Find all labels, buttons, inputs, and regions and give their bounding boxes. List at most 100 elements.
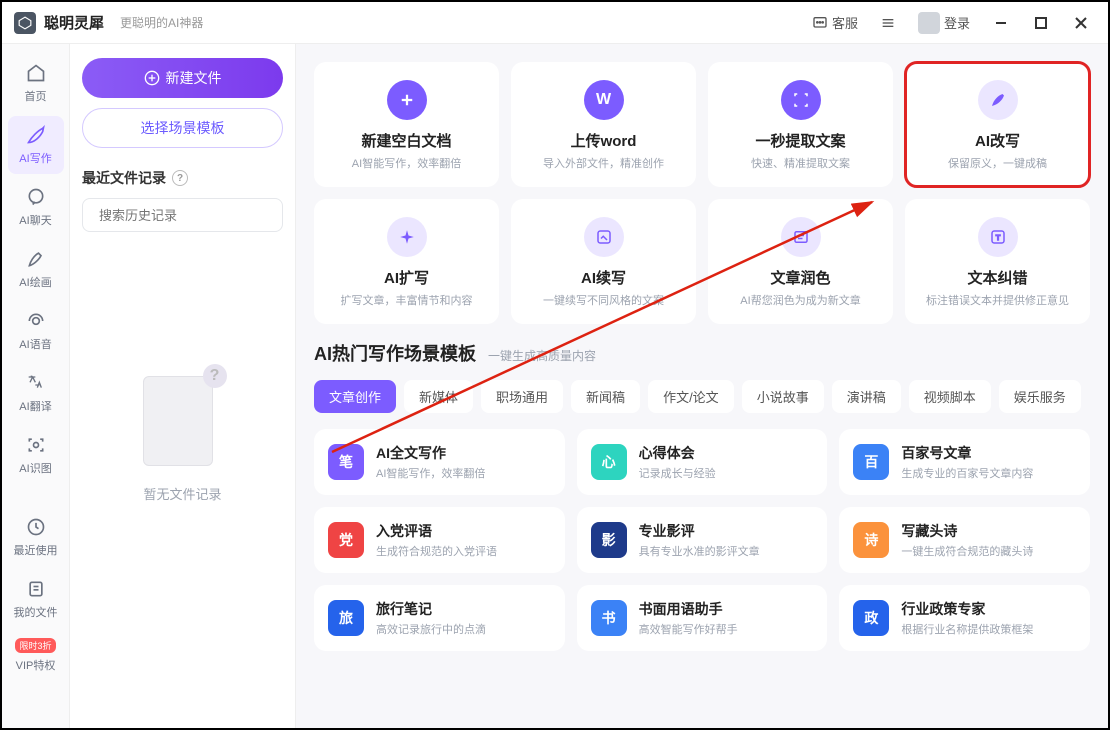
app-logo-icon xyxy=(14,12,36,34)
nav-label: 首页 xyxy=(25,88,47,104)
new-file-button[interactable]: 新建文件 xyxy=(82,58,283,98)
rewrite-icon xyxy=(978,80,1018,120)
tool-card[interactable]: AI扩写 扩写文章，丰富情节和内容 xyxy=(314,199,499,324)
template-title: AI全文写作 xyxy=(376,443,485,463)
minimize-icon xyxy=(995,17,1007,29)
recent-files-heading: 最近文件记录 ? xyxy=(82,168,283,188)
logo-area: 聪明灵犀 更聪明的AI神器 xyxy=(14,12,203,34)
nav-label: AI绘画 xyxy=(19,274,51,290)
tab[interactable]: 视频脚本 xyxy=(909,380,991,413)
vision-icon xyxy=(25,434,47,456)
tool-card[interactable]: 文章润色 AI帮您润色为成为新文章 xyxy=(708,199,893,324)
tool-card[interactable]: W 上传word 导入外部文件，精准创作 xyxy=(511,62,696,187)
tool-card[interactable]: T 文本纠错 标注错误文本并提供修正意见 xyxy=(905,199,1090,324)
maximize-button[interactable] xyxy=(1026,8,1056,38)
home-icon xyxy=(25,62,47,84)
info-icon[interactable]: ? xyxy=(172,170,188,186)
nav-footer-item[interactable]: 最近使用 xyxy=(8,508,64,566)
tab[interactable]: 演讲稿 xyxy=(832,380,901,413)
tool-title: 文章润色 xyxy=(770,267,830,288)
template-title: 专业影评 xyxy=(639,521,760,541)
template-card[interactable]: 旅 旅行笔记 高效记录旅行中的点滴 xyxy=(314,585,565,651)
template-card[interactable]: 百 百家号文章 生成专业的百家号文章内容 xyxy=(839,429,1090,495)
nav-footer-item[interactable]: 限时3折VIP特权 xyxy=(8,632,64,681)
template-card[interactable]: 政 行业政策专家 根据行业名称提供政策框架 xyxy=(839,585,1090,651)
tool-card[interactable]: 一秒提取文案 快速、精准提取文案 xyxy=(708,62,893,187)
tool-desc: 标注错误文本并提供修正意见 xyxy=(926,292,1069,308)
template-desc: 生成符合规范的入党评语 xyxy=(376,543,497,559)
avatar-icon xyxy=(918,12,940,34)
template-desc: 记录成长与经验 xyxy=(639,465,716,481)
template-icon: 旅 xyxy=(328,600,364,636)
correct-icon: T xyxy=(978,217,1018,257)
nav-footer-item[interactable]: 我的文件 xyxy=(8,570,64,628)
tool-title: AI扩写 xyxy=(384,267,429,288)
nav-item-chat[interactable]: AI聊天 xyxy=(8,178,64,236)
template-card[interactable]: 影 专业影评 具有专业水准的影评文章 xyxy=(577,507,828,573)
tab[interactable]: 职场通用 xyxy=(481,380,563,413)
tab[interactable]: 新闻稿 xyxy=(571,380,640,413)
template-card[interactable]: 笔 AI全文写作 AI智能写作，效率翻倍 xyxy=(314,429,565,495)
tab[interactable]: 文章创作 xyxy=(314,380,396,413)
login-button[interactable]: 登录 xyxy=(912,8,976,38)
tool-title: 新建空白文档 xyxy=(361,130,451,151)
template-desc: AI智能写作，效率翻倍 xyxy=(376,465,485,481)
maximize-icon xyxy=(1035,17,1047,29)
tab[interactable]: 小说故事 xyxy=(742,380,824,413)
main-content: 新建空白文档 AI智能写作，效率翻倍W 上传word 导入外部文件，精准创作 一… xyxy=(296,44,1108,728)
tool-card[interactable]: AI续写 一键续写不同风格的文案 xyxy=(511,199,696,324)
tab[interactable]: 娱乐服务 xyxy=(999,380,1081,413)
nav-label: AI语音 xyxy=(19,336,51,352)
support-button[interactable]: 客服 xyxy=(806,9,864,36)
nav-item-audio[interactable]: AI语音 xyxy=(8,302,64,360)
tool-title: AI改写 xyxy=(975,130,1020,151)
tool-title: 一秒提取文案 xyxy=(755,130,845,151)
tool-card[interactable]: AI改写 保留原义，一键成稿 xyxy=(905,62,1090,187)
tool-desc: 一键续写不同风格的文案 xyxy=(543,292,664,308)
chat-icon xyxy=(812,15,828,31)
minimize-button[interactable] xyxy=(986,8,1016,38)
audio-icon xyxy=(25,310,47,332)
empty-illustration-icon: ? xyxy=(133,362,233,472)
close-button[interactable] xyxy=(1066,8,1096,38)
nav-item-pen[interactable]: AI写作 xyxy=(8,116,64,174)
tab[interactable]: 新媒体 xyxy=(404,380,473,413)
nav-item-translate[interactable]: AI翻译 xyxy=(8,364,64,422)
template-grid: 笔 AI全文写作 AI智能写作，效率翻倍心 心得体会 记录成长与经验百 百家号文… xyxy=(314,429,1090,651)
nav-label: AI识图 xyxy=(19,460,51,476)
template-card[interactable]: 心 心得体会 记录成长与经验 xyxy=(577,429,828,495)
template-icon: 诗 xyxy=(853,522,889,558)
choose-template-button[interactable]: 选择场景模板 xyxy=(82,108,283,148)
nav-label: AI聊天 xyxy=(19,212,51,228)
tool-card[interactable]: 新建空白文档 AI智能写作，效率翻倍 xyxy=(314,62,499,187)
tool-title: 文本纠错 xyxy=(967,267,1027,288)
titlebar: 聪明灵犀 更聪明的AI神器 客服 登录 xyxy=(2,2,1108,44)
file-panel: 新建文件 选择场景模板 最近文件记录 ? ? 暂无文件记录 xyxy=(70,44,296,728)
nav-label: 我的文件 xyxy=(14,604,58,620)
menu-button[interactable] xyxy=(874,11,902,35)
search-box[interactable] xyxy=(82,198,283,232)
chat-icon xyxy=(25,186,47,208)
recent-icon xyxy=(25,516,47,538)
files-icon xyxy=(25,578,47,600)
template-icon: 笔 xyxy=(328,444,364,480)
paint-icon xyxy=(25,248,47,270)
template-card[interactable]: 书 书面用语助手 高效智能写作好帮手 xyxy=(577,585,828,651)
tool-desc: 扩写文章，丰富情节和内容 xyxy=(341,292,473,308)
template-card[interactable]: 诗 写藏头诗 一键生成符合规范的藏头诗 xyxy=(839,507,1090,573)
tab[interactable]: 作文/论文 xyxy=(648,380,734,413)
template-card[interactable]: 党 入党评语 生成符合规范的入党评语 xyxy=(314,507,565,573)
empty-text: 暂无文件记录 xyxy=(143,484,221,503)
nav-item-paint[interactable]: AI绘画 xyxy=(8,240,64,298)
app-name: 聪明灵犀 xyxy=(44,12,104,33)
empty-state: ? 暂无文件记录 xyxy=(82,252,283,714)
nav-label: AI写作 xyxy=(19,150,51,166)
search-input[interactable] xyxy=(99,208,275,223)
tool-title: 上传word xyxy=(571,130,637,151)
expand-icon xyxy=(387,217,427,257)
nav-item-vision[interactable]: AI识图 xyxy=(8,426,64,484)
translate-icon xyxy=(25,372,47,394)
template-icon: 党 xyxy=(328,522,364,558)
nav-label: AI翻译 xyxy=(19,398,51,414)
nav-item-home[interactable]: 首页 xyxy=(8,54,64,112)
